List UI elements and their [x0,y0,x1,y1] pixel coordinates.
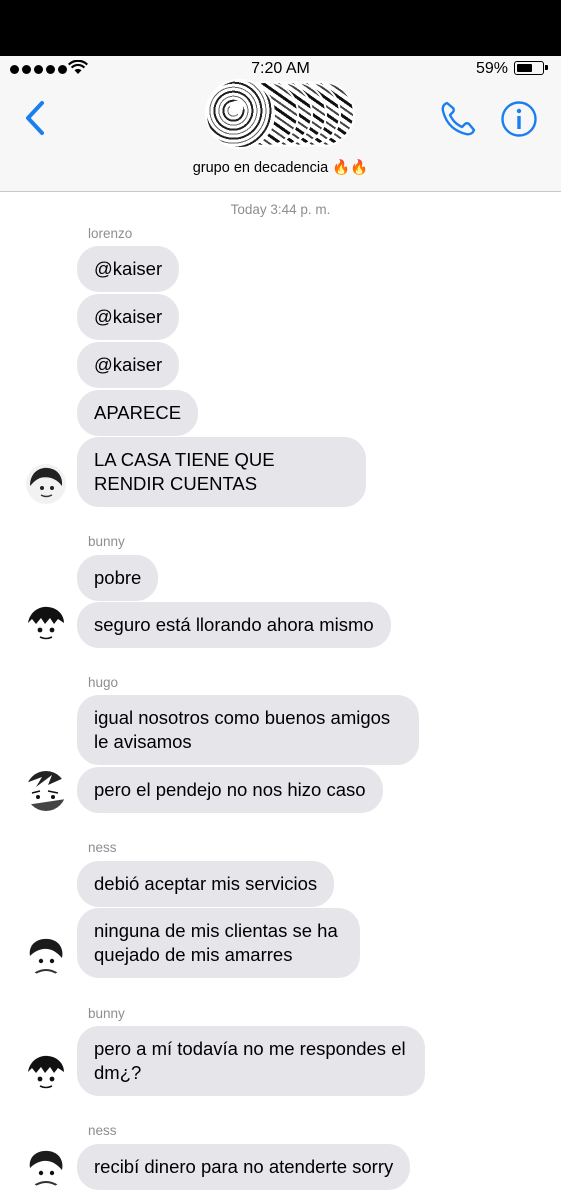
conversation-timestamp: Today 3:44 p. m. [230,202,331,217]
message-bubble[interactable]: igual nosotros como buenos amigos le avi… [77,695,419,765]
avatar[interactable] [26,605,66,645]
avatar[interactable] [26,936,66,976]
sender-name: hugo [88,675,119,690]
sender-name: ness [88,1123,117,1138]
sender-name: ness [88,840,117,855]
avatar[interactable] [26,771,66,811]
message-bubble[interactable]: debió aceptar mis servicios [77,861,335,907]
top-black-bar [0,0,561,56]
status-bar: 7:20 AM 59% [0,56,561,82]
message-bubble[interactable]: APARECE [77,390,199,436]
avatar[interactable] [26,1148,66,1188]
battery-percentage: 59% [476,60,509,77]
group-name[interactable]: grupo en decadencia 🔥🔥 [0,159,561,176]
group-avatar-stack[interactable] [205,79,355,149]
sender-name: bunny [88,1006,125,1021]
message-bubble[interactable]: ninguna de mis clientas se ha quejado de… [77,908,360,978]
avatar[interactable] [26,1054,66,1094]
message-bubble[interactable]: LA CASA TIENE QUE RENDIR CUENTAS [77,437,366,507]
info-icon[interactable] [500,100,538,138]
message-bubble[interactable]: pero el pendejo no nos hizo caso [77,767,383,813]
chat-header: 7:20 AM 59% grupo en decadencia 🔥🔥 [0,56,561,192]
message-bubble[interactable]: seguro está llorando ahora mismo [77,602,391,648]
avatar[interactable] [26,464,66,504]
message-bubble[interactable]: @kaiser [77,294,180,340]
message-bubble[interactable]: pero a mí todavía no me respondes el dm¿… [77,1026,425,1096]
message-bubble[interactable]: pobre [77,555,159,601]
back-button[interactable] [20,98,50,138]
message-bubble[interactable]: recibí dinero para no atenderte sorry [77,1144,411,1190]
sender-name: lorenzo [88,226,133,241]
phone-icon[interactable] [438,99,478,139]
message-bubble[interactable]: @kaiser [77,246,180,292]
message-bubble[interactable]: @kaiser [77,342,180,388]
battery-icon [514,61,548,75]
sender-name: bunny [88,534,125,549]
